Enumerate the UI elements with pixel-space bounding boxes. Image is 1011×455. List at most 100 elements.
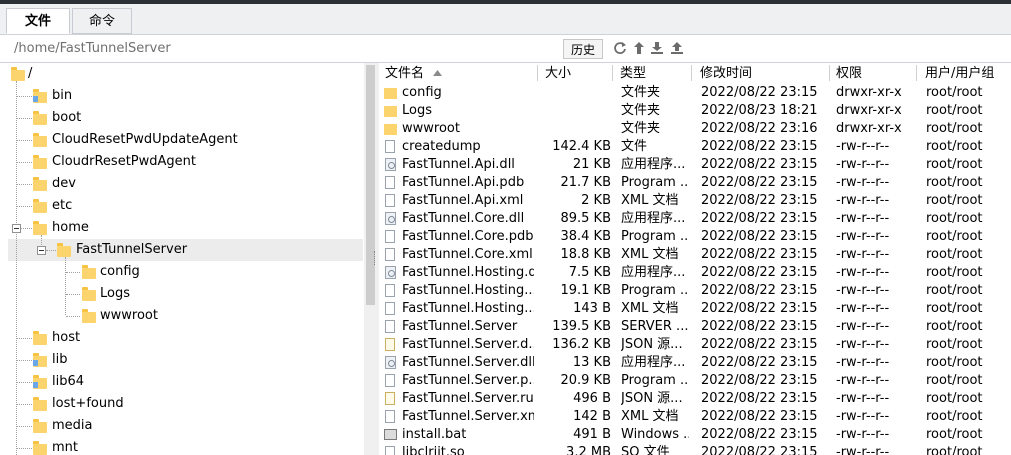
file-row[interactable]: FastTunnel.Api.dll 21 KB 应用程序... 2022/08/22… xyxy=(379,156,1011,174)
file-type: Program ... xyxy=(621,283,689,298)
file-row[interactable]: wwwroot 文件夹 2022/08/22 23:16 drwxr-xr-x root… xyxy=(379,120,1011,138)
file-permissions: -rw-r--r-- xyxy=(836,247,890,262)
file-type: Windows ... xyxy=(621,427,689,442)
file-icon xyxy=(385,446,395,455)
tree-item-label: config xyxy=(100,264,140,279)
folder-icon xyxy=(33,177,47,191)
tree-item-label: FastTunnelServer xyxy=(76,242,188,257)
file-row[interactable]: FastTunnel.Server.p... 20.9 KB Program ...… xyxy=(379,372,1011,390)
file-row[interactable]: createdump 142.4 KB 文件 2022/08/22 23:15 -rw-… xyxy=(379,138,1011,156)
file-row[interactable]: FastTunnel.Server.d... 136.2 KB JSON 源... 2… xyxy=(379,336,1011,354)
tree-item-label: dev xyxy=(52,176,76,191)
file-owner: root/root xyxy=(926,103,983,118)
up-arrow-icon[interactable] xyxy=(632,41,646,55)
tree-guide-line xyxy=(65,257,66,315)
pane-splitter-grip[interactable] xyxy=(374,251,378,265)
tab-files[interactable]: 文件 xyxy=(6,8,70,34)
tree-item-label: mnt xyxy=(52,440,78,455)
download-icon[interactable] xyxy=(650,41,664,55)
tree-item-label: / xyxy=(28,66,33,81)
file-name: install.bat xyxy=(402,427,467,442)
file-row[interactable]: install.bat 491 B Windows ... 2022/08/22 23… xyxy=(379,426,1011,444)
file-modified-time: 2022/08/22 23:15 xyxy=(701,211,818,226)
file-name: FastTunnel.Hosting.... xyxy=(402,301,534,316)
folder-icon xyxy=(82,265,96,279)
history-button[interactable]: 历史 xyxy=(563,39,603,59)
file-modified-time: 2022/08/22 23:16 xyxy=(701,121,818,136)
file-size: 136.2 KB xyxy=(552,337,611,352)
tree-item-label: CloudResetPwdUpdateAgent xyxy=(52,132,238,147)
file-icon xyxy=(385,176,395,189)
file-modified-time: 2022/08/22 23:15 xyxy=(701,373,818,388)
file-owner: root/root xyxy=(926,211,983,226)
file-modified-time: 2022/08/22 23:15 xyxy=(701,139,818,154)
file-row[interactable]: FastTunnel.Api.xml 2 KB XML 文档 2022/08/22 2… xyxy=(379,192,1011,210)
file-size: 21.7 KB xyxy=(560,175,611,190)
file-row[interactable]: FastTunnel.Hosting.dll 7.5 KB 应用程序... 2022/… xyxy=(379,264,1011,282)
file-modified-time: 2022/08/22 23:15 xyxy=(701,193,818,208)
column-header-type[interactable]: 类型 xyxy=(620,65,646,83)
collapse-toggle-icon[interactable] xyxy=(12,224,21,233)
file-row[interactable]: FastTunnel.Hosting.... 143 B XML 文档 2022/08… xyxy=(379,300,1011,318)
tab-bar: 文件 命令 xyxy=(0,4,1011,35)
tree-item-label: wwwroot xyxy=(100,308,158,323)
file-name: FastTunnel.Hosting.... xyxy=(402,283,534,298)
file-size: 143 B xyxy=(573,301,611,316)
file-type: 应用程序... xyxy=(621,265,686,280)
current-path-input[interactable]: /home/FastTunnelServer xyxy=(14,41,171,56)
file-icon xyxy=(385,194,395,207)
file-type: Program ... xyxy=(621,175,689,190)
column-header-owner[interactable]: 用户/用户组 xyxy=(925,65,994,83)
column-header-permissions[interactable]: 权限 xyxy=(836,65,862,83)
column-header-modified[interactable]: 修改时间 xyxy=(700,65,752,83)
file-permissions: drwxr-xr-x xyxy=(836,103,902,118)
file-owner: root/root xyxy=(926,301,983,316)
collapse-toggle-icon[interactable] xyxy=(37,246,46,255)
column-header-name[interactable]: 文件名 xyxy=(385,65,424,83)
file-row[interactable]: FastTunnel.Api.pdb 21.7 KB Program ... 2022… xyxy=(379,174,1011,192)
file-size: 142.4 KB xyxy=(552,139,611,154)
file-icon xyxy=(385,302,395,315)
file-modified-time: 2022/08/22 23:15 xyxy=(701,229,818,244)
file-size: 20.9 KB xyxy=(560,373,611,388)
file-modified-time: 2022/08/22 23:15 xyxy=(701,445,818,455)
file-modified-time: 2022/08/22 23:15 xyxy=(701,355,818,370)
file-type: XML 文档 xyxy=(621,301,679,316)
tree-item-label: CloudrResetPwdAgent xyxy=(52,154,196,169)
file-row[interactable]: Logs 文件夹 2022/08/23 18:21 drwxr-xr-x root/ro… xyxy=(379,102,1011,120)
tab-commands[interactable]: 命令 xyxy=(72,8,132,34)
file-permissions: -rw-r--r-- xyxy=(836,139,890,154)
upload-icon[interactable] xyxy=(670,41,684,55)
file-row[interactable]: FastTunnel.Core.dll 89.5 KB 应用程序... 2022/08… xyxy=(379,210,1011,228)
file-permissions: -rw-r--r-- xyxy=(836,445,890,455)
file-row[interactable]: FastTunnel.Core.xml 18.8 KB XML 文档 2022/08/… xyxy=(379,246,1011,264)
column-header-size[interactable]: 大小 xyxy=(545,65,571,83)
file-icon xyxy=(385,320,395,333)
file-row[interactable]: FastTunnel.Server.ru... 496 B JSON 源... 202… xyxy=(379,390,1011,408)
folder-icon xyxy=(384,124,397,135)
file-row[interactable]: FastTunnel.Server.dll 13 KB 应用程序... 2022/08… xyxy=(379,354,1011,372)
file-owner: root/root xyxy=(926,427,983,442)
file-size: 142 B xyxy=(573,409,611,424)
file-row[interactable]: FastTunnel.Server 139.5 KB SERVER ... 2022/… xyxy=(379,318,1011,336)
file-row[interactable]: libclrjit.so 3.2 MB SO 文件 2022/08/22 23:15 -… xyxy=(379,444,1011,455)
file-name: FastTunnel.Core.xml xyxy=(402,247,533,262)
link-badge-icon xyxy=(33,96,38,102)
file-size: 3.2 MB xyxy=(566,445,611,455)
tree-item-label: Logs xyxy=(100,286,130,301)
file-size: 19.1 KB xyxy=(560,283,611,298)
file-name: config xyxy=(402,85,442,100)
folder-icon xyxy=(82,309,96,323)
file-icon xyxy=(385,410,395,423)
file-row[interactable]: config 文件夹 2022/08/22 23:15 drwxr-xr-x root/… xyxy=(379,84,1011,102)
file-row[interactable]: FastTunnel.Hosting.... 19.1 KB Program ...… xyxy=(379,282,1011,300)
tree-item-label: bin xyxy=(52,88,73,103)
file-name: wwwroot xyxy=(402,121,460,136)
file-modified-time: 2022/08/22 23:15 xyxy=(701,391,818,406)
file-row[interactable]: FastTunnel.Server.xml 142 B XML 文档 2022/08/… xyxy=(379,408,1011,426)
json-icon xyxy=(385,392,395,405)
tree-scrollbar-thumb[interactable] xyxy=(366,65,375,305)
file-permissions: -rw-r--r-- xyxy=(836,409,890,424)
file-row[interactable]: FastTunnel.Core.pdb 38.4 KB Program ... 202… xyxy=(379,228,1011,246)
refresh-icon[interactable] xyxy=(613,41,627,55)
